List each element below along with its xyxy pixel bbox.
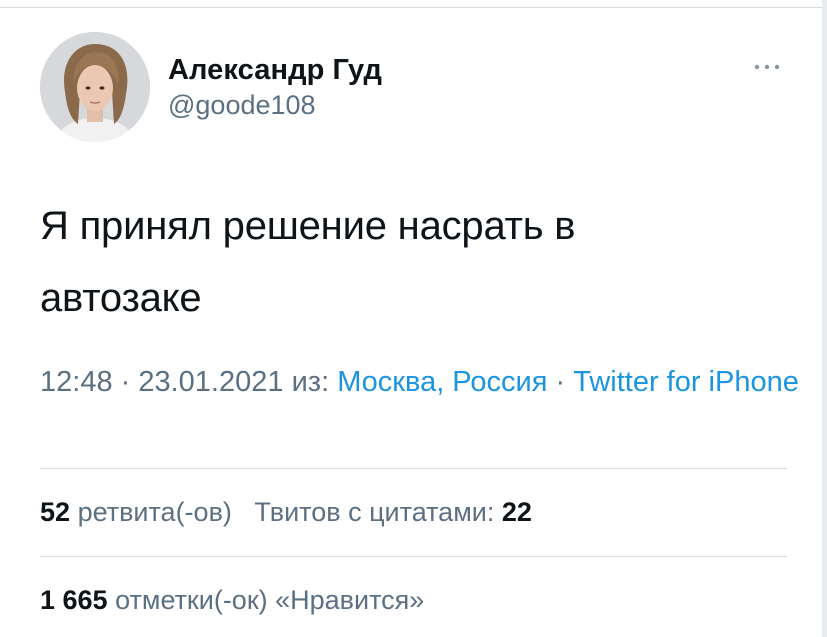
author-handle[interactable]: @goode108 bbox=[168, 90, 316, 121]
avatar-image bbox=[40, 32, 150, 142]
scrollbar-edge bbox=[822, 0, 827, 637]
retweets-label: ретвита(-ов) bbox=[77, 497, 232, 527]
retweets-count: 52 bbox=[40, 497, 71, 527]
like-stats: 1 665 отметки(-ок) «Нравится» bbox=[40, 585, 424, 616]
tweet-date[interactable]: 23.01.2021 bbox=[138, 366, 283, 398]
tweet-text-line: автозаке bbox=[40, 276, 202, 320]
retweets-stat[interactable]: 52 ретвита(-ов) bbox=[40, 497, 232, 527]
likes-stat[interactable]: 1 665 отметки(-ок) «Нравится» bbox=[40, 585, 424, 615]
likes-count: 1 665 bbox=[40, 585, 108, 615]
more-horizontal-icon[interactable] bbox=[752, 55, 782, 79]
author-name[interactable]: Александр Гуд bbox=[168, 54, 382, 87]
top-divider bbox=[0, 7, 827, 8]
tweet-time[interactable]: 12:48 bbox=[40, 366, 113, 398]
source-link[interactable]: Twitter for iPhone bbox=[573, 366, 799, 398]
quotes-stat[interactable]: Твитов с цитатами: 22 bbox=[254, 497, 531, 527]
avatar[interactable] bbox=[40, 32, 150, 142]
stats-divider bbox=[40, 556, 787, 557]
tweet-text: Я принял решение насрать в автозаке bbox=[40, 190, 740, 334]
meta-separator: · bbox=[547, 366, 574, 398]
retweet-stats: 52 ретвита(-ов) Твитов с цитатами: 22 bbox=[40, 497, 532, 528]
tweet-meta: 12:48 · 23.01.2021 из: Москва, Россия · … bbox=[40, 360, 800, 405]
meta-from-label: из: bbox=[283, 366, 338, 398]
quotes-label: Твитов с цитатами: bbox=[254, 497, 495, 527]
stats-divider bbox=[40, 468, 787, 469]
location-link[interactable]: Москва, Россия bbox=[337, 366, 547, 398]
meta-separator: · bbox=[112, 366, 139, 398]
quotes-count: 22 bbox=[501, 497, 532, 527]
likes-label: отметки(-ок) «Нравится» bbox=[115, 585, 425, 615]
tweet-text-line: Я принял решение насрать в bbox=[40, 204, 576, 248]
